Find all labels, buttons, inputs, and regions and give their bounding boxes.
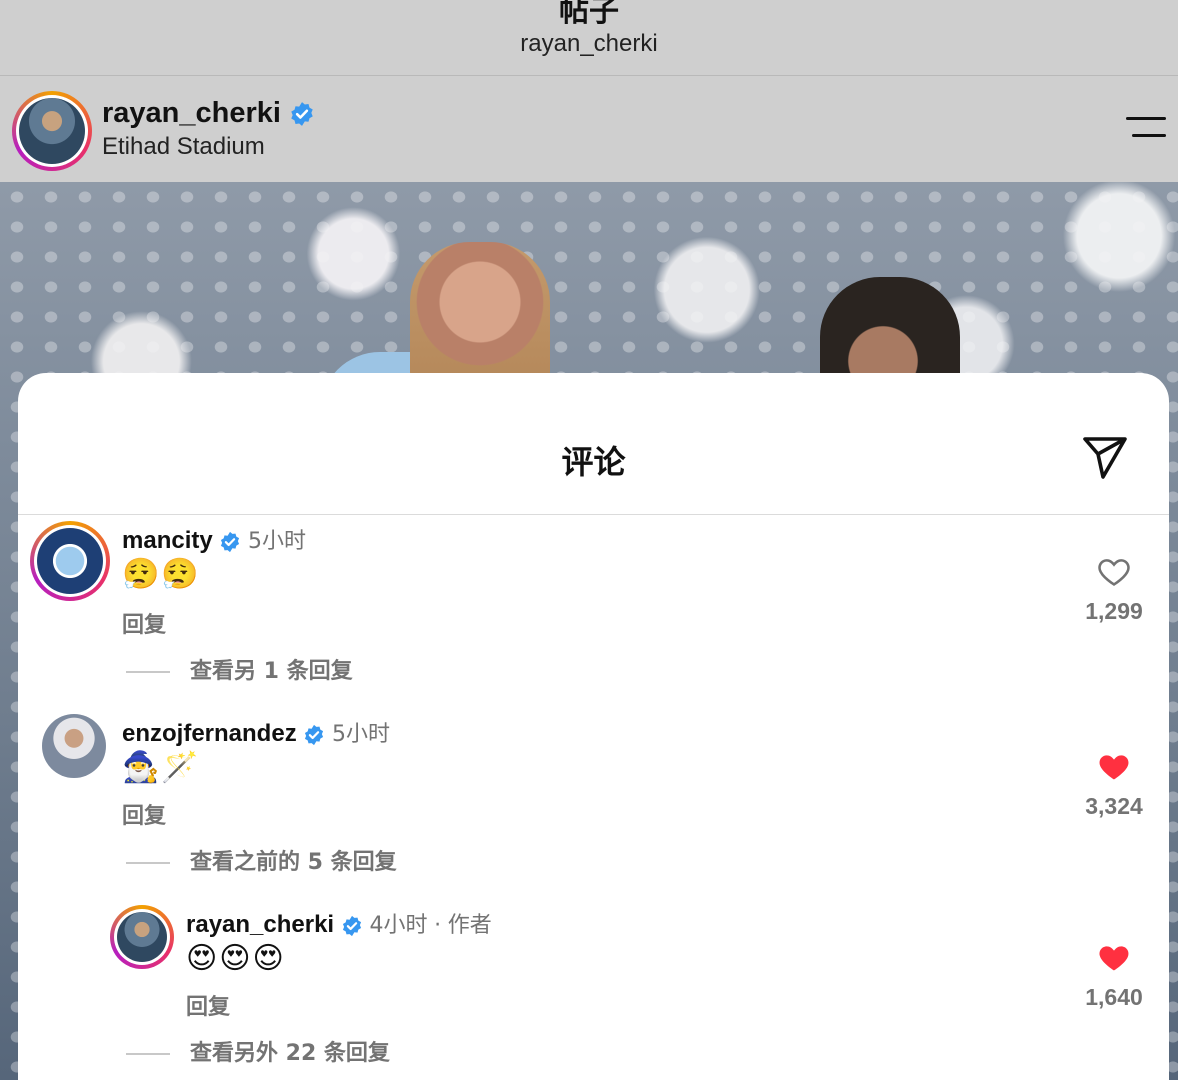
view-replies-button[interactable]: 查看另 1 条回复 <box>126 653 353 685</box>
share-icon[interactable] <box>1081 433 1129 481</box>
like-count: 1,640 <box>1085 984 1143 1010</box>
comments-header: 评论 <box>18 373 1169 515</box>
meta-separator: · <box>434 913 442 938</box>
comments-title: 评论 <box>561 443 626 481</box>
comment-time: 5小时 <box>332 722 391 747</box>
post-header: rayan_cherki Etihad Stadium <box>0 77 1178 182</box>
reply-text: 😍😍😍 <box>186 942 286 975</box>
reply-button[interactable]: 回复 <box>122 607 166 639</box>
reply-button[interactable]: 回复 <box>122 798 166 830</box>
like-count: 1,299 <box>1085 598 1143 624</box>
menu-icon[interactable] <box>1126 117 1166 139</box>
reply-avatar[interactable] <box>110 905 174 969</box>
comment-username[interactable]: enzojfernandez <box>122 720 297 747</box>
verified-icon <box>305 724 324 745</box>
post-location[interactable]: Etihad Stadium <box>102 133 265 161</box>
view-replies-button[interactable]: 查看另外 22 条回复 <box>126 1035 390 1067</box>
avatar-image <box>37 528 103 594</box>
avatar-image <box>117 912 167 962</box>
comments-sheet: 评论 mancity 5小时 😮‍💨😮‍💨 回复 查看另 1 条回复 1,299 <box>18 373 1169 1080</box>
like-control[interactable]: 1,299 <box>1079 555 1149 625</box>
heart-outline-icon[interactable] <box>1097 555 1131 587</box>
like-count: 3,324 <box>1085 793 1143 819</box>
comment-text: 🧙‍♂️🪄 <box>122 751 201 784</box>
comment-avatar[interactable] <box>42 714 106 778</box>
heart-filled-icon[interactable] <box>1097 941 1131 973</box>
verified-icon <box>291 102 313 127</box>
comment-text: 😮‍💨😮‍💨 <box>122 558 201 591</box>
heart-filled-icon[interactable] <box>1097 750 1131 782</box>
post-author-avatar[interactable] <box>12 91 92 171</box>
reply-username[interactable]: rayan_cherki <box>186 911 334 938</box>
verified-icon <box>342 915 361 936</box>
comment-time: 5小时 <box>248 529 307 554</box>
like-control[interactable]: 3,324 <box>1079 750 1149 820</box>
post-author[interactable]: rayan_cherki <box>102 97 315 130</box>
page-subtitle: rayan_cherki <box>520 30 658 57</box>
verified-icon <box>221 531 240 552</box>
like-control[interactable]: 1,640 <box>1079 941 1149 1011</box>
comment-username[interactable]: mancity <box>122 527 213 554</box>
page-title: 帖子 <box>559 0 619 29</box>
author-tag: 作者 <box>447 913 492 938</box>
reply-button[interactable]: 回复 <box>186 989 230 1021</box>
top-nav: 帖子 rayan_cherki <box>0 0 1178 76</box>
comment-avatar[interactable] <box>30 521 110 601</box>
view-replies-button[interactable]: 查看之前的 5 条回复 <box>126 844 397 876</box>
reply-time: 4小时 <box>369 913 428 938</box>
avatar-image <box>19 98 85 164</box>
post-author-username[interactable]: rayan_cherki <box>102 97 281 129</box>
